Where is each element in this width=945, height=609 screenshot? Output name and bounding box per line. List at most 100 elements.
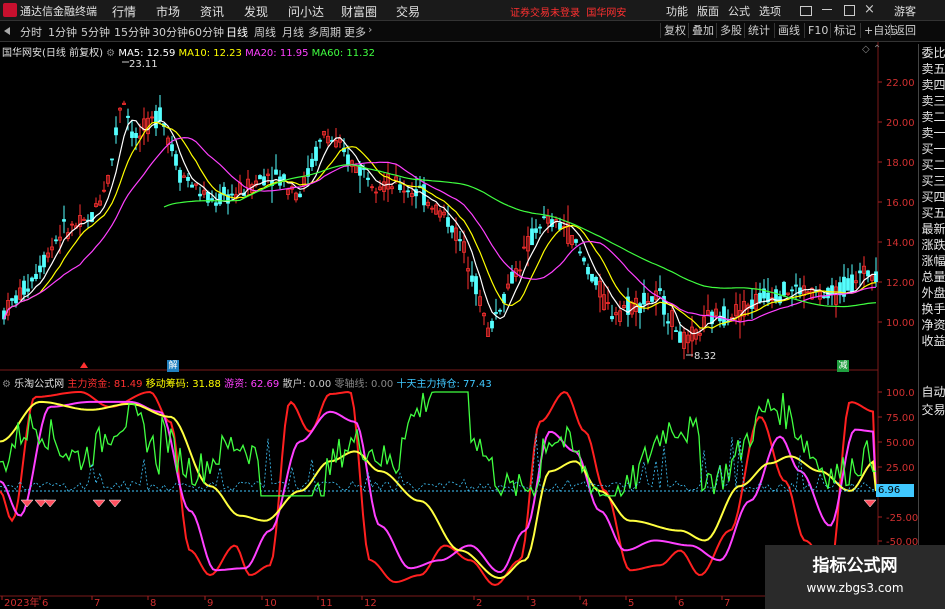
candle-body [62, 219, 66, 222]
candle-body [822, 296, 826, 299]
indicator-gear-icon[interactable]: ⚙ [2, 379, 14, 390]
period-tab-15min[interactable]: 15分钟 [114, 24, 150, 40]
candle-body [178, 169, 182, 183]
candle-body [190, 184, 194, 188]
side-item-18[interactable]: 收益 [921, 333, 945, 350]
multi-stock-button[interactable]: 多股 [716, 23, 745, 38]
candle-body [406, 190, 410, 193]
menu-item-wealth[interactable]: 财富圈 [341, 3, 377, 20]
f10-button[interactable]: F10 [804, 23, 831, 38]
side-item-10[interactable]: 买五 [921, 205, 945, 222]
side-item-7[interactable]: 买二 [921, 157, 945, 174]
period-tab-daily[interactable]: 日线 [226, 24, 248, 40]
ma60-label: MA60: 11.32 [311, 48, 376, 59]
menu-layout[interactable]: 版面 [697, 3, 719, 19]
ma20-label: MA20: 11.95 [245, 48, 309, 59]
side-item-6[interactable]: 买一 [921, 141, 945, 158]
main-ytick-label: 18.00 [886, 158, 915, 169]
side-item-1[interactable]: 卖五 [921, 61, 945, 78]
side-item-2[interactable]: 卖四 [921, 77, 945, 94]
period-tab-more[interactable]: 更多 [344, 24, 366, 40]
side-item-3[interactable]: 卖三 [921, 93, 945, 110]
settings-gear-icon[interactable]: ⚙ [106, 48, 118, 59]
candle-body [158, 107, 162, 122]
side-item-11[interactable]: 最新 [921, 221, 945, 238]
side-item-5[interactable]: 卖一 [921, 125, 945, 142]
candle-body [582, 257, 586, 262]
period-tab-monthly[interactable]: 月线 [282, 24, 304, 40]
candle-body [154, 110, 158, 129]
menu-formula[interactable]: 公式 [728, 3, 750, 19]
period-tab-weekly[interactable]: 周线 [254, 24, 276, 40]
side-item-4[interactable]: 卖二 [921, 109, 945, 126]
candle-body [858, 270, 862, 274]
candle-body [574, 239, 578, 243]
xtick-label: 4 [582, 598, 588, 609]
side-item-0[interactable]: 委比 [921, 45, 945, 62]
candle-body [758, 292, 762, 303]
period-tab-intraday[interactable]: 分时 [20, 24, 42, 40]
xtick-label: 9 [207, 598, 213, 609]
signal-diamond [20, 499, 34, 508]
menu-item-news[interactable]: 资讯 [200, 3, 224, 20]
indicator-name[interactable]: 乐淘公式网 [14, 379, 64, 390]
message-icon[interactable] [800, 6, 812, 16]
xtick-label: 12 [364, 598, 377, 609]
menu-options[interactable]: 选项 [759, 3, 781, 19]
mark-button[interactable]: 标记 [830, 23, 859, 38]
side-item-8[interactable]: 买三 [921, 173, 945, 190]
side-item-17[interactable]: 净资 [921, 317, 945, 334]
main-ytick-label: 22.00 [886, 78, 915, 89]
side-lower-item-1[interactable]: 交易 [921, 402, 945, 419]
maximize-icon[interactable] [844, 5, 855, 16]
side-item-16[interactable]: 换手 [921, 301, 945, 318]
return-button[interactable]: 返回 [890, 23, 919, 38]
chart-options-icon[interactable]: ◇ ⌃ [862, 44, 881, 55]
candle-body [638, 303, 642, 314]
side-lower-item-0[interactable]: 自动 [921, 384, 945, 401]
ten-day-position-line [0, 433, 877, 493]
ma20-line [3, 136, 877, 323]
side-item-15[interactable]: 外盘 [921, 285, 945, 302]
guest-label[interactable]: 游客 [894, 3, 916, 19]
signal-diamond [863, 499, 877, 508]
more-chevron-icon[interactable]: › [368, 23, 372, 36]
side-item-9[interactable]: 买四 [921, 189, 945, 206]
side-item-13[interactable]: 涨幅 [921, 253, 945, 270]
menu-item-trade[interactable]: 交易 [396, 3, 420, 20]
broker-login-status[interactable]: 证券交易未登录 国华网安 [510, 4, 626, 19]
side-item-14[interactable]: 总量 [921, 269, 945, 286]
candle-body [490, 320, 494, 329]
period-tab-5min[interactable]: 5分钟 [81, 24, 110, 40]
side-item-12[interactable]: 涨跌 [921, 237, 945, 254]
close-icon[interactable]: × [864, 2, 875, 17]
minimize-icon[interactable] [822, 9, 832, 10]
period-tab-multi[interactable]: 多周期 [308, 24, 341, 40]
draw-line-button[interactable]: 画线 [774, 23, 803, 38]
chart-area[interactable]: 22.00 20.00 18.00 16.00 14.00 12.00 10.00 100.0… [0, 42, 918, 609]
back-arrow-icon[interactable] [4, 27, 10, 35]
xtick-label: 11 [320, 598, 333, 609]
xtick-label: 10 [264, 598, 277, 609]
period-tab-30min[interactable]: 30分钟 [152, 24, 188, 40]
adjust-button[interactable]: 复权 [660, 23, 689, 38]
menu-item-discover[interactable]: 发现 [244, 3, 268, 20]
candle-body [590, 273, 594, 282]
marker-jie[interactable]: 解 [167, 360, 179, 372]
xtick-label: 7 [94, 598, 100, 609]
ma10-label: MA10: 12.23 [178, 48, 242, 59]
period-tab-60min[interactable]: 60分钟 [188, 24, 224, 40]
menu-function[interactable]: 功能 [666, 3, 688, 19]
menu-item-market[interactable]: 行情 [112, 3, 136, 20]
marker-jian[interactable]: 减 [837, 360, 849, 372]
overlay-button[interactable]: 叠加 [688, 23, 717, 38]
ind-moving-chips: 移动筹码: 31.88 [145, 379, 221, 390]
menu-item-markets[interactable]: 市场 [156, 3, 180, 20]
candle-body [114, 127, 118, 136]
period-tab-1min[interactable]: 1分钟 [48, 24, 77, 40]
candle-body [218, 193, 222, 205]
stock-title[interactable]: 国华网安(日线 前复权) [2, 48, 103, 59]
menu-item-ask[interactable]: 问小达 [288, 3, 324, 20]
statistics-button[interactable]: 统计 [744, 23, 773, 38]
candle-body [642, 292, 646, 305]
